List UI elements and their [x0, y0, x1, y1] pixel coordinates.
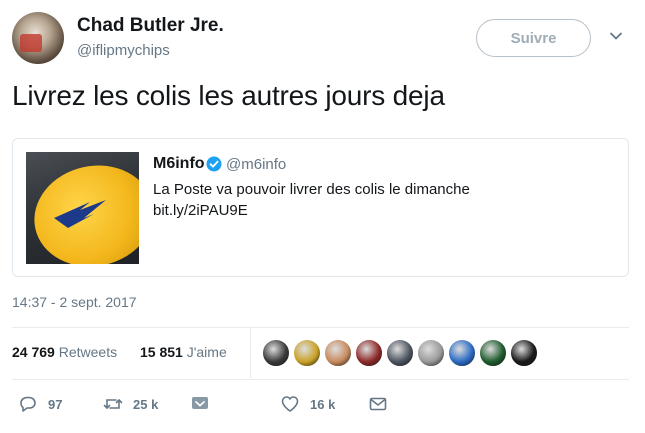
- likes-stat[interactable]: 15 851 J'aime: [140, 344, 227, 360]
- retweets-stat[interactable]: 24 769 Retweets: [12, 344, 117, 360]
- author-handle[interactable]: @iflipmychips: [77, 42, 170, 59]
- retweet-action[interactable]: 25 k: [103, 393, 158, 415]
- liker-avatar[interactable]: [479, 339, 507, 367]
- share-via-message-action[interactable]: [368, 393, 388, 415]
- like-action[interactable]: 16 k: [280, 393, 335, 415]
- quoted-tweet[interactable]: M6info @m6info La Poste va pouvoir livre…: [12, 138, 629, 277]
- tweet-text: Livrez les colis les autres jours deja: [12, 80, 445, 111]
- reply-action[interactable]: 97: [18, 393, 62, 415]
- chevron-down-icon[interactable]: [609, 29, 623, 43]
- liker-avatar[interactable]: [324, 339, 352, 367]
- heart-icon: [281, 396, 299, 412]
- dm-icon: [192, 397, 208, 409]
- retweet-icon: [103, 399, 123, 409]
- divider: [12, 379, 629, 380]
- verified-badge-icon: [206, 156, 222, 172]
- follow-button[interactable]: Suivre: [476, 19, 591, 57]
- quoted-author-name: M6info: [153, 155, 205, 172]
- quoted-author-handle: @m6info: [226, 156, 287, 173]
- liker-avatar[interactable]: [448, 339, 476, 367]
- liker-avatar[interactable]: [510, 339, 538, 367]
- stats-divider: [250, 328, 251, 378]
- reply-count: 97: [48, 396, 63, 412]
- likes-count: 15 851: [140, 344, 183, 360]
- quoted-tweet-link[interactable]: bit.ly/2iPAU9E: [153, 202, 248, 219]
- likes-label: J'aime: [186, 344, 227, 360]
- liker-avatar[interactable]: [386, 339, 414, 367]
- retweet-count: 25 k: [133, 396, 159, 412]
- retweets-label: Retweets: [58, 344, 118, 360]
- retweets-count: 24 769: [12, 344, 55, 360]
- liker-avatar[interactable]: [355, 339, 383, 367]
- liker-avatar[interactable]: [417, 339, 445, 367]
- quoted-tweet-text: La Poste va pouvoir livrer des colis le …: [153, 181, 470, 198]
- quoted-tweet-image: [26, 152, 139, 264]
- reply-icon: [20, 396, 36, 412]
- liker-avatar[interactable]: [262, 339, 290, 367]
- divider: [12, 327, 629, 328]
- liker-avatar[interactable]: [293, 339, 321, 367]
- direct-message-action[interactable]: [190, 393, 210, 415]
- envelope-icon: [369, 397, 387, 411]
- tweet-timestamp[interactable]: 14:37 - 2 sept. 2017: [12, 294, 137, 310]
- like-count: 16 k: [310, 396, 336, 412]
- author-avatar[interactable]: [12, 12, 64, 64]
- author-name[interactable]: Chad Butler Jre.: [77, 15, 224, 37]
